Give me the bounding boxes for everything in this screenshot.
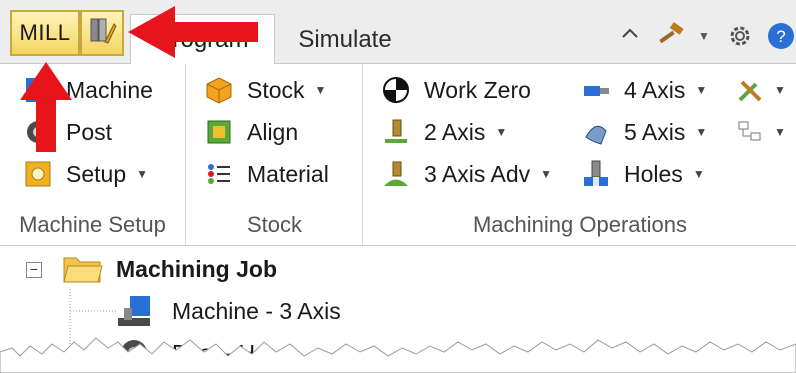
align-button-label: Align [247, 118, 299, 145]
folder-icon [62, 252, 104, 286]
gear-icon[interactable] [722, 20, 758, 52]
machine-setup-group-label: Machine Setup [19, 212, 166, 237]
work-zero-icon [380, 74, 412, 106]
stock-box-icon [203, 74, 235, 106]
hammer-icon[interactable] [652, 20, 688, 52]
tab-simulate-label: Simulate [298, 25, 392, 53]
stock-dropdown-chevron-down-icon[interactable]: ▼ [315, 83, 327, 97]
five-axis-icon [580, 116, 612, 148]
five-axis-dropdown-chevron-down-icon[interactable]: ▼ [695, 125, 707, 139]
setup-icon [22, 158, 54, 190]
mill-button-label: MILL [19, 20, 71, 45]
post-button-label: Post [66, 118, 113, 145]
stock-group-label: Stock [246, 212, 303, 237]
machine-button[interactable]: Machine [22, 72, 153, 108]
four-axis-dropdown-chevron-down-icon[interactable]: ▼ [695, 83, 707, 97]
mill-button[interactable]: MILL [10, 10, 80, 56]
tab-program[interactable]: Program [130, 14, 275, 65]
tree-item-label: Post - Ha [172, 339, 268, 366]
two-axis-tool-icon [380, 116, 412, 148]
five-axis-button[interactable]: 5 Axis ▼ [580, 114, 707, 150]
machining-operations-group-label: Machining Operations [472, 212, 687, 237]
four-axis-button-label: 4 Axis [624, 76, 686, 103]
three-axis-adv-dropdown-chevron-down-icon[interactable]: ▼ [540, 167, 552, 181]
two-axis-button-label: 2 Axis [424, 118, 486, 145]
tree-item-post[interactable]: Post - Ha [116, 336, 268, 370]
material-button[interactable]: Material [203, 156, 329, 192]
tool-operations-button[interactable]: ▼ [734, 72, 786, 108]
three-axis-adv-button-label: 3 Axis Adv [424, 160, 531, 187]
machine-button-label: Machine [66, 76, 153, 103]
help-icon[interactable]: ? [766, 20, 796, 52]
machine-icon [22, 74, 54, 106]
three-axis-tool-icon [380, 158, 412, 190]
stock-button[interactable]: Stock ▼ [203, 72, 326, 108]
four-axis-icon [580, 74, 612, 106]
holes-button[interactable]: Holes ▼ [580, 156, 705, 192]
work-zero-button[interactable]: Work Zero [380, 72, 531, 108]
setup-dropdown-chevron-down-icon[interactable]: ▼ [136, 167, 148, 181]
holes-dropdown-chevron-down-icon[interactable]: ▼ [693, 167, 705, 181]
pattern-icon [734, 116, 766, 148]
wrench-tools-icon [734, 74, 766, 106]
tab-simulate[interactable]: Simulate [280, 14, 410, 65]
machine-setup-group: Machine Post Setup ▼ Machine Setup [0, 64, 186, 246]
tree-item-label: Machine - 3 Axis [172, 297, 341, 324]
align-button[interactable]: Align [203, 114, 298, 150]
post-tree-icon [116, 336, 152, 370]
tool-library-button[interactable] [80, 10, 124, 56]
tool-operations-chevron-down-icon[interactable]: ▼ [774, 83, 786, 97]
home-icon[interactable] [618, 20, 642, 52]
material-button-label: Material [247, 160, 329, 187]
holes-button-label: Holes [624, 160, 683, 187]
setup-button-label: Setup [66, 160, 127, 187]
align-icon [203, 116, 235, 148]
tool-library-icon [87, 16, 117, 51]
tree-item-label: Machining Job [116, 255, 277, 282]
stock-group: Stock ▼ Align Material Stock [187, 64, 363, 246]
two-axis-button[interactable]: 2 Axis ▼ [380, 114, 507, 150]
post-icon [22, 116, 54, 148]
stock-button-label: Stock [247, 76, 305, 103]
three-axis-adv-button[interactable]: 3 Axis Adv ▼ [380, 156, 552, 192]
pattern-operations-chevron-down-icon[interactable]: ▼ [774, 125, 786, 139]
setup-button[interactable]: Setup ▼ [22, 156, 148, 192]
material-list-icon [203, 158, 235, 190]
four-axis-button[interactable]: 4 Axis ▼ [580, 72, 707, 108]
ribbon-tab-bar: MILL Program Simulate ▼ ? [0, 0, 796, 65]
machine-tree-icon [116, 294, 152, 328]
ribbon-panel: Machine Post Setup ▼ Machine Setup Stock… [0, 64, 796, 246]
two-axis-dropdown-chevron-down-icon[interactable]: ▼ [495, 125, 507, 139]
pattern-operations-button[interactable]: ▼ [734, 114, 786, 150]
post-button[interactable]: Post [22, 114, 112, 150]
tab-program-label: Program [156, 26, 249, 53]
tree-item-machining-job[interactable]: Machining Job [62, 252, 277, 286]
machining-operations-group: Work Zero 2 Axis ▼ 3 Axis Adv ▼ 4 Axis ▼ [364, 64, 796, 246]
tree-item-machine[interactable]: Machine - 3 Axis [116, 294, 341, 328]
work-zero-button-label: Work Zero [424, 76, 531, 103]
hammer-dropdown-chevron-down-icon[interactable]: ▼ [694, 20, 714, 52]
five-axis-button-label: 5 Axis [624, 118, 686, 145]
tree-collapse-toggle[interactable]: − [26, 262, 42, 278]
svg-text:?: ? [776, 27, 785, 46]
holes-drill-icon [580, 158, 612, 190]
